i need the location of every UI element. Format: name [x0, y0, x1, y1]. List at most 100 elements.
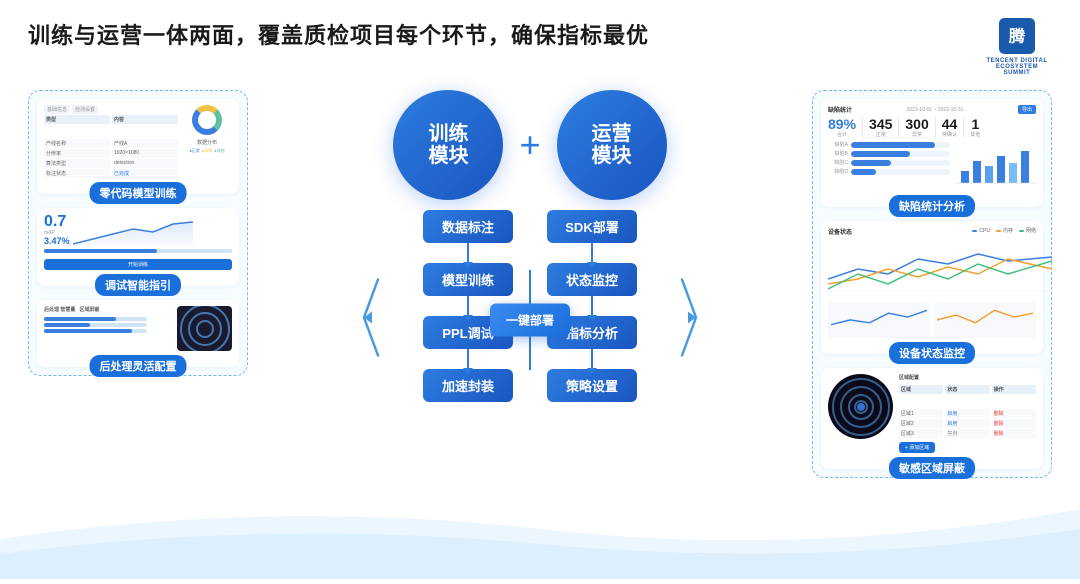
flow-area: 数据标注 模型训练 PPL调试 加速封装 一键部署 [380, 210, 680, 430]
center-deploy-wrapper: 一键部署 [513, 210, 547, 430]
debug-values: 0.7 mAP 3.47% [44, 214, 70, 246]
postprocess-settings: 后处理 智慧量 区域屏蔽 [44, 306, 173, 351]
stat-normal-label: 正常 [876, 131, 886, 138]
plus-sign: + [519, 127, 540, 163]
img-ring-3 [196, 320, 214, 338]
page-title: 训练与运营一体两面，覆盖质检项目每个环节，确保指标最优 [28, 18, 649, 50]
defect-export-btn[interactable]: 导出 [1018, 105, 1036, 114]
operation-bubble: 运营 模块 [557, 90, 667, 200]
operation-bubble-line1: 运营 [592, 123, 632, 145]
debug-card: 0.7 mAP 3.47% [37, 208, 239, 286]
postprocess-subtitle: 后处理 智慧量 区域屏蔽 [44, 306, 173, 313]
defect-stats-card: 缺陷统计 2023-10-01 ~ 2023-10-31 导出 89% 合计 3… [821, 99, 1043, 207]
tencent-logo-icon: 腾 [999, 18, 1035, 54]
slider-2-fill [44, 323, 90, 327]
stat-total-val: 89% [828, 117, 856, 131]
training-card-left: 基础信息 检测设置 类型内容 产线名称产线A 分辨率1920×1080 算法类型… [44, 105, 178, 178]
legend-mem-dot [996, 230, 1001, 232]
svg-text:腾: 腾 [1009, 26, 1026, 45]
flow-arrow-3 [467, 349, 469, 369]
sensitive-add-btn[interactable]: + 添加区域 [899, 442, 935, 453]
postprocess-inner: 后处理 智慧量 区域屏蔽 [44, 306, 232, 351]
stat-other-val: 1 [971, 117, 979, 131]
training-card-label: 零代码模型训练 [90, 182, 187, 204]
legend-net-dot [1019, 230, 1024, 232]
donut-chart [192, 105, 222, 135]
device-card-label: 设备状态监控 [889, 342, 975, 364]
center-panel: 训练 模块 + 运营 模块 [260, 90, 800, 430]
device-monitor-title: 设备状态 [828, 227, 852, 236]
flow-arrow-2 [467, 296, 469, 316]
debug-slider-fill [44, 249, 157, 253]
sensitive-card-label: 敏感区域屏蔽 [889, 457, 975, 479]
flow-arrow-1 [467, 243, 469, 263]
right-panel: 缺陷统计 2023-10-01 ~ 2023-10-31 导出 89% 合计 3… [812, 90, 1052, 478]
legend-net: 网络 [1019, 227, 1036, 234]
stat-pending-label: 待确认 [942, 131, 957, 138]
main-content: 基础信息 检测设置 类型内容 产线名称产线A 分辨率1920×1080 算法类型… [28, 90, 1052, 478]
slider-3[interactable] [44, 329, 147, 333]
stat-other-label: 其他 [970, 131, 980, 138]
sensitive-area-inner: 区域配置 区域状态操作 区域1启用删除 区域2启用删除 区域3禁用删除 + 添加… [828, 374, 1036, 453]
device-mini-charts [828, 302, 1036, 338]
device-mini-2 [934, 302, 1036, 338]
stat-div-4 [963, 117, 964, 138]
stat-total-label: 合计 [837, 131, 847, 138]
postprocess-rows [44, 317, 173, 333]
header: 训练与运营一体两面，覆盖质检项目每个环节，确保指标最优 腾 TENCENT DI… [28, 18, 1052, 76]
stat-div-1 [862, 117, 863, 138]
stat-abnormal-val: 300 [905, 117, 928, 131]
flow-diagram: 数据标注 模型训练 PPL调试 加速封装 一键部署 [380, 210, 680, 430]
sensitive-area-card: 区域配置 区域状态操作 区域1启用删除 区域2启用删除 区域3禁用删除 + 添加… [821, 368, 1043, 469]
debug-run-btn[interactable]: 开始训练 [44, 259, 232, 270]
flow-arrow-5 [591, 296, 593, 316]
defect-charts: 缺陷A 缺陷B 缺陷C 缺陷D [828, 141, 1036, 191]
stat-pending: 44 待确认 [942, 117, 958, 138]
defect-card-label: 缺陷统计分析 [889, 195, 975, 217]
slider-1[interactable] [44, 317, 147, 321]
flow-arrow-4 [591, 243, 593, 263]
defect-bar-chart: 缺陷A 缺陷B 缺陷C 缺陷D [828, 141, 950, 191]
defect-right-chart [956, 141, 1036, 191]
debug-slider[interactable] [44, 249, 232, 253]
center-deploy-box: 一键部署 [490, 304, 570, 337]
postprocess-card: 后处理 智慧量 区域屏蔽 [37, 300, 239, 367]
slider-3-fill [44, 329, 132, 333]
left-arrow-deco [360, 278, 382, 363]
debug-card-label: 调试智能指引 [95, 274, 181, 296]
train-bubble: 训练 模块 [393, 90, 503, 200]
device-legend: CPU 内存 网络 [972, 227, 1036, 234]
flow-arrow-6 [591, 349, 593, 369]
slider-2[interactable] [44, 323, 147, 327]
right-arrow-deco [678, 278, 700, 363]
stat-pending-val: 44 [942, 117, 958, 131]
left-panel: 基础信息 检测设置 类型内容 产线名称产线A 分辨率1920×1080 算法类型… [28, 90, 248, 376]
stat-normal: 345 正常 [869, 117, 892, 138]
debug-top: 0.7 mAP 3.47% [44, 214, 232, 246]
postprocess-card-label: 后处理灵活配置 [90, 355, 187, 377]
operation-bubble-line2: 模块 [592, 145, 632, 167]
cam-center-dot [857, 403, 865, 411]
stat-other: 1 其他 [970, 117, 980, 138]
defect-stats-title: 缺陷统计 [828, 105, 852, 114]
label-model: 检测设置 [72, 105, 98, 114]
stat-div-2 [898, 117, 899, 138]
stat-abnormal: 300 异常 [905, 117, 928, 138]
training-card: 基础信息 检测设置 类型内容 产线名称产线A 分辨率1920×1080 算法类型… [37, 99, 239, 194]
stat-total: 89% 合计 [828, 117, 856, 138]
training-table: 类型内容 产线名称产线A 分辨率1920×1080 算法类型detection … [44, 115, 178, 178]
training-card-inner: 基础信息 检测设置 类型内容 产线名称产线A 分辨率1920×1080 算法类型… [44, 105, 232, 178]
logo-text: TENCENT DIGITAL ECOSYSTEM SUMMIT [982, 58, 1052, 76]
train-bubble-line2: 模块 [428, 145, 468, 167]
legend-net-label: 网络 [1026, 227, 1036, 234]
device-monitor-header: 设备状态 CPU 内存 网络 [828, 227, 1036, 236]
stat-abnormal-label: 异常 [912, 131, 922, 138]
stat-normal-val: 345 [869, 117, 892, 131]
defect-stats-date: 2023-10-01 ~ 2023-10-31 [907, 107, 964, 113]
device-mini-1 [828, 302, 930, 338]
sensitive-table: 区域状态操作 区域1启用删除 区域2启用删除 区域3禁用删除 [899, 385, 1036, 438]
device-line-chart [828, 239, 1052, 294]
debug-val-percent: 3.47% [44, 236, 70, 246]
top-bubbles: 训练 模块 + 运营 模块 [393, 90, 666, 200]
label-basic: 基础信息 [44, 105, 70, 114]
